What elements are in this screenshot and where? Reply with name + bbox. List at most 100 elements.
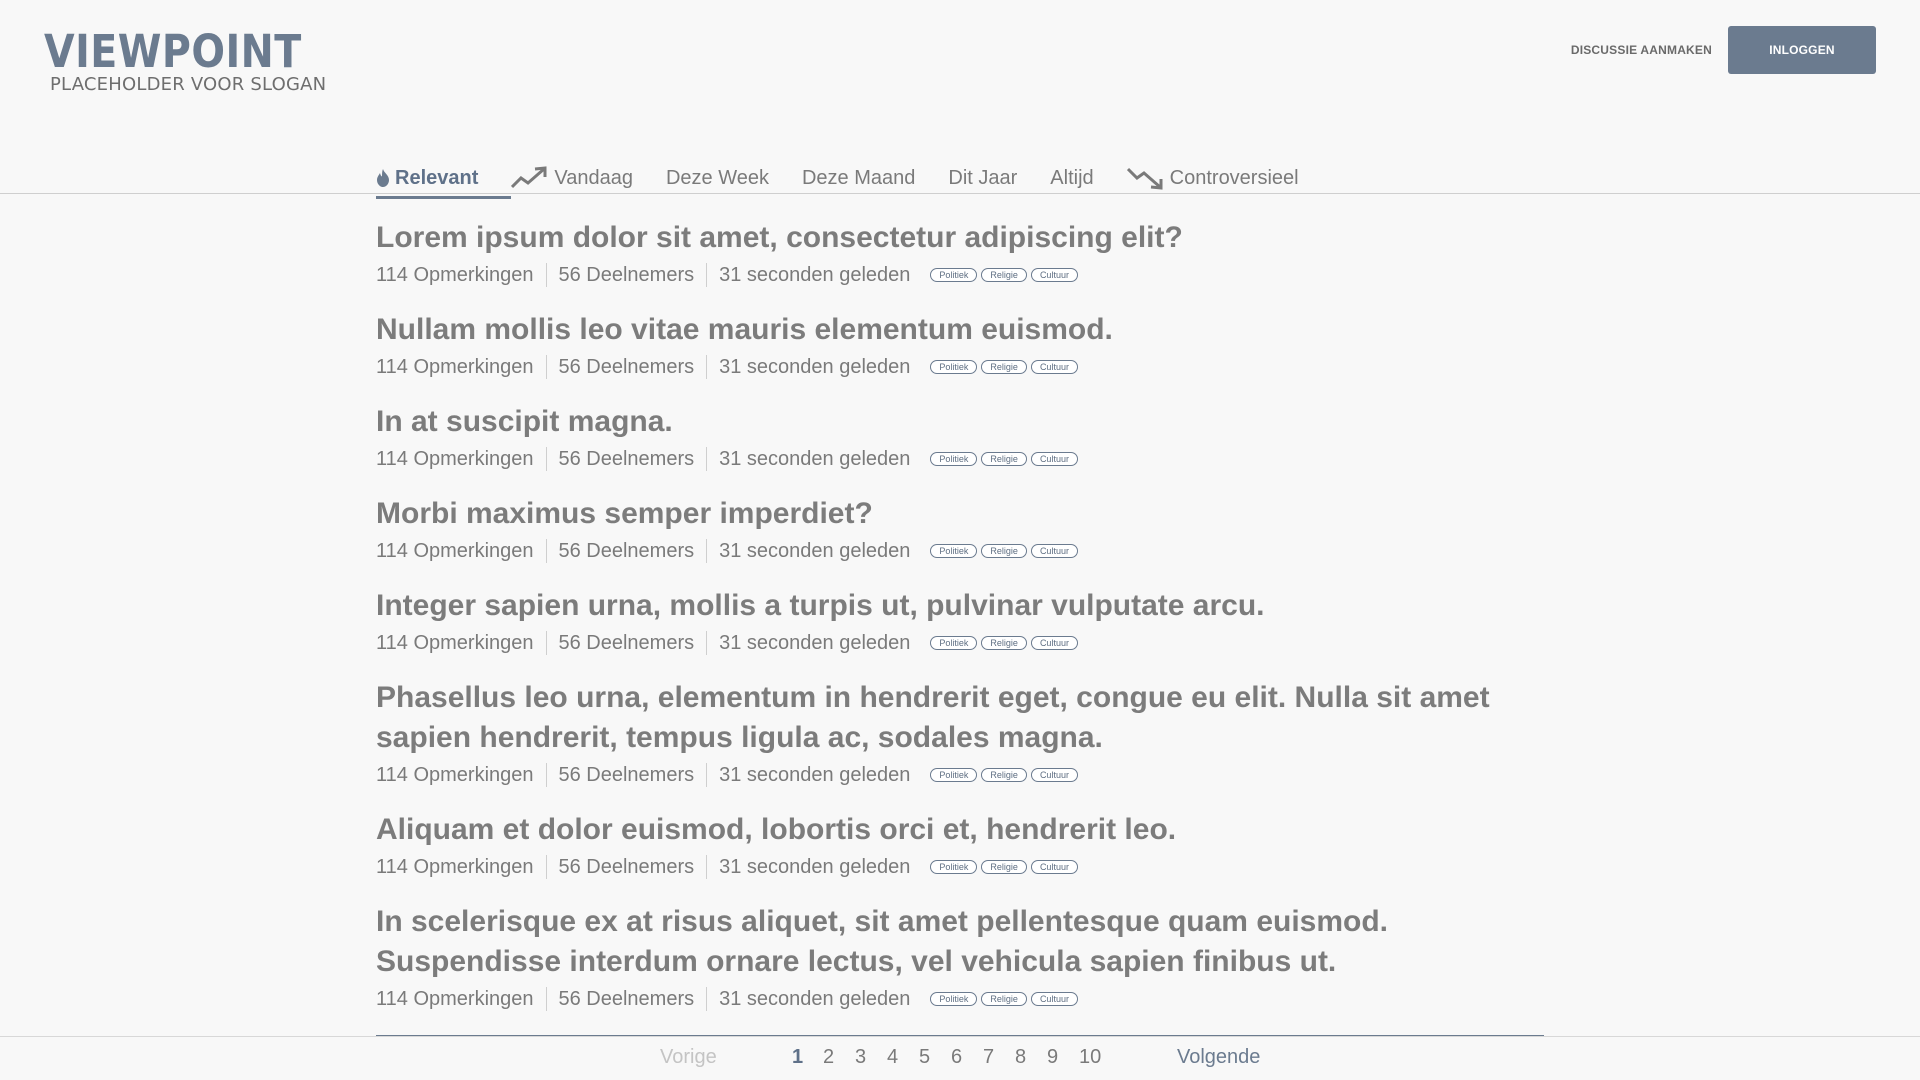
tag-religie[interactable]: Religie	[981, 360, 1027, 374]
tag-list: Politiek Religie Cultuur	[930, 268, 1082, 282]
tab-label: Altijd	[1050, 166, 1094, 189]
page-10-button[interactable]: 10	[1079, 1046, 1101, 1069]
tag-politiek[interactable]: Politiek	[930, 452, 978, 466]
discussion-meta: 114 Opmerkingen 56 Deelnemers 31 seconde…	[376, 984, 1546, 1014]
tab-controversieel[interactable]: Controversieel	[1126, 164, 1299, 192]
participant-count: 56 Deelnemers	[558, 539, 695, 562]
divider	[706, 447, 708, 471]
participant-count: 56 Deelnemers	[558, 855, 695, 878]
tag-politiek[interactable]: Politiek	[930, 636, 978, 650]
comment-count: 114 Opmerkingen	[376, 263, 534, 286]
divider	[706, 631, 708, 655]
tag-cultuur[interactable]: Cultuur	[1030, 860, 1078, 874]
comment-count: 114 Opmerkingen	[376, 447, 534, 470]
page-6-button[interactable]: 6	[951, 1046, 962, 1069]
divider	[545, 987, 547, 1011]
tab-label: Deze Week	[665, 166, 769, 189]
tag-cultuur[interactable]: Cultuur	[1030, 544, 1078, 558]
discussion-title[interactable]: Integer sapien urna, mollis a turpis ut,…	[376, 586, 1546, 626]
page-5-button[interactable]: 5	[919, 1046, 930, 1069]
discussion-title[interactable]: Aliquam et dolor euismod, lobortis orci …	[376, 810, 1546, 850]
tag-religie[interactable]: Religie	[981, 992, 1027, 1006]
tab-deze-maand[interactable]: Deze Maand	[802, 164, 915, 192]
tag-list: Politiek Religie Cultuur	[930, 360, 1082, 374]
comment-count: 114 Opmerkingen	[376, 763, 534, 786]
prev-page-button[interactable]: Vorige	[660, 1046, 717, 1069]
tag-politiek[interactable]: Politiek	[930, 768, 978, 782]
tag-cultuur[interactable]: Cultuur	[1030, 768, 1078, 782]
tag-politiek[interactable]: Politiek	[930, 544, 978, 558]
page-3-button[interactable]: 3	[855, 1046, 866, 1069]
timestamp: 31 seconden geleden	[719, 539, 911, 562]
filter-tab-bar: Relevant Vandaag Deze Week Deze Maand Di…	[0, 158, 1920, 199]
divider	[545, 263, 547, 287]
participant-count: 56 Deelnemers	[558, 987, 695, 1010]
timestamp: 31 seconden geleden	[719, 763, 911, 786]
page-divider	[0, 1036, 1920, 1037]
tag-politiek[interactable]: Politiek	[930, 268, 978, 282]
tag-cultuur[interactable]: Cultuur	[1030, 636, 1078, 650]
tab-label: Dit Jaar	[948, 166, 1018, 189]
divider	[706, 355, 708, 379]
tag-politiek[interactable]: Politiek	[930, 992, 978, 1006]
tab-relevant[interactable]: Relevant	[376, 164, 512, 199]
tag-politiek[interactable]: Politiek	[930, 860, 978, 874]
comment-count: 114 Opmerkingen	[376, 355, 534, 378]
discussion-meta: 114 Opmerkingen 56 Deelnemers 31 seconde…	[376, 760, 1546, 790]
tab-vandaag[interactable]: Vandaag	[511, 164, 633, 192]
divider	[545, 763, 547, 787]
tab-label: Controversieel	[1169, 166, 1299, 189]
discussion-item: Nullam mollis leo vitae mauris elementum…	[376, 310, 1546, 382]
tab-deze-week[interactable]: Deze Week	[666, 164, 769, 192]
tag-religie[interactable]: Religie	[981, 860, 1027, 874]
tag-religie[interactable]: Religie	[981, 268, 1027, 282]
page-9-button[interactable]: 9	[1047, 1046, 1058, 1069]
discussion-title[interactable]: Lorem ipsum dolor sit amet, consectetur …	[376, 218, 1546, 258]
tag-politiek[interactable]: Politiek	[930, 360, 978, 374]
page-1-button[interactable]: 1	[792, 1046, 803, 1069]
tag-cultuur[interactable]: Cultuur	[1030, 452, 1078, 466]
tab-altijd[interactable]: Altijd	[1050, 164, 1093, 192]
discussion-title[interactable]: Nullam mollis leo vitae mauris elementum…	[376, 310, 1546, 350]
tag-religie[interactable]: Religie	[981, 544, 1027, 558]
discussion-title[interactable]: Phasellus leo urna, elementum in hendrer…	[376, 678, 1546, 758]
timestamp: 31 seconden geleden	[719, 631, 911, 654]
login-button[interactable]: INLOGGEN	[1728, 26, 1876, 74]
trending-down-icon	[1126, 167, 1163, 190]
page-7-button[interactable]: 7	[983, 1046, 994, 1069]
discussion-meta: 114 Opmerkingen 56 Deelnemers 31 seconde…	[376, 852, 1546, 882]
discussion-item: Morbi maximus semper imperdiet? 114 Opme…	[376, 494, 1546, 566]
discussion-title[interactable]: In at suscipit magna.	[376, 402, 1546, 442]
tag-cultuur[interactable]: Cultuur	[1030, 992, 1078, 1006]
tag-religie[interactable]: Religie	[981, 768, 1027, 782]
filter-tabs: Relevant Vandaag Deze Week Deze Maand Di…	[376, 164, 1332, 199]
create-discussion-link[interactable]: DISCUSSIE AANMAKEN	[1571, 43, 1712, 57]
divider	[706, 987, 708, 1011]
discussion-item: Phasellus leo urna, elementum in hendrer…	[376, 678, 1546, 790]
pagination: Vorige 1 2 3 4 5 6 7 8 9 10 Volgende	[0, 1046, 1920, 1072]
next-page-button[interactable]: Volgende	[1177, 1046, 1260, 1069]
tab-label: Vandaag	[554, 166, 633, 189]
tag-list: Politiek Religie Cultuur	[930, 768, 1082, 782]
page-2-button[interactable]: 2	[823, 1046, 834, 1069]
discussion-title[interactable]: Morbi maximus semper imperdiet?	[376, 494, 1546, 534]
tab-dit-jaar[interactable]: Dit Jaar	[948, 164, 1017, 192]
timestamp: 31 seconden geleden	[719, 447, 911, 470]
tag-religie[interactable]: Religie	[981, 452, 1027, 466]
page-4-button[interactable]: 4	[887, 1046, 898, 1069]
comment-count: 114 Opmerkingen	[376, 987, 534, 1010]
tag-list: Politiek Religie Cultuur	[930, 452, 1082, 466]
tag-religie[interactable]: Religie	[981, 636, 1027, 650]
discussion-meta: 114 Opmerkingen 56 Deelnemers 31 seconde…	[376, 536, 1546, 566]
logo[interactable]: VIEWPOINT	[44, 26, 302, 78]
tag-cultuur[interactable]: Cultuur	[1030, 360, 1078, 374]
discussion-meta: 114 Opmerkingen 56 Deelnemers 31 seconde…	[376, 260, 1546, 290]
tag-cultuur[interactable]: Cultuur	[1030, 268, 1078, 282]
divider	[545, 447, 547, 471]
discussion-title[interactable]: In scelerisque ex at risus aliquet, sit …	[376, 902, 1546, 982]
comment-count: 114 Opmerkingen	[376, 631, 534, 654]
discussion-item: Aliquam et dolor euismod, lobortis orci …	[376, 810, 1546, 882]
page-8-button[interactable]: 8	[1015, 1046, 1026, 1069]
divider	[545, 355, 547, 379]
discussion-meta: 114 Opmerkingen 56 Deelnemers 31 seconde…	[376, 444, 1546, 474]
